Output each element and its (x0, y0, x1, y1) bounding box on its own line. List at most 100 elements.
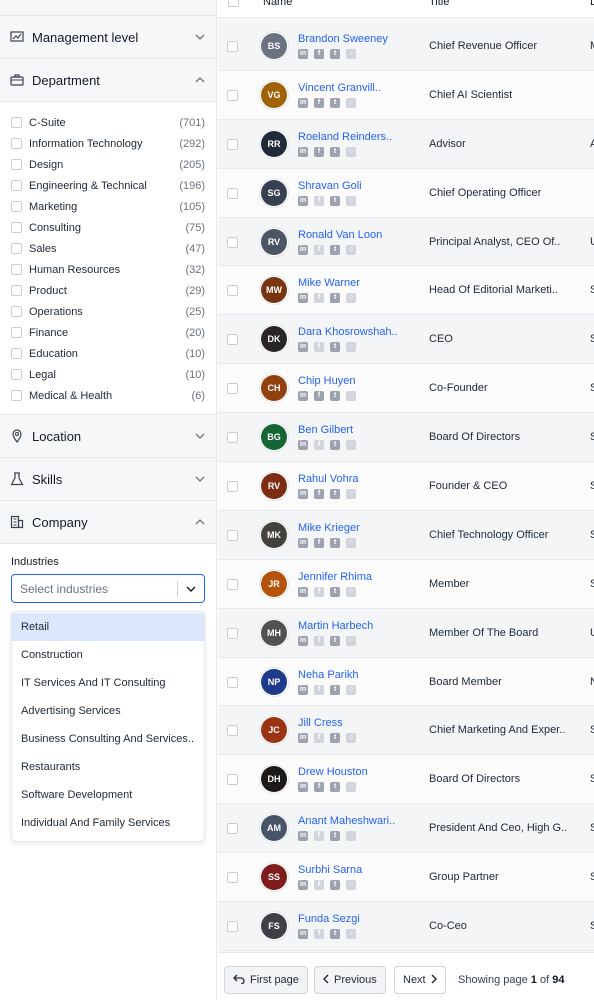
row-checkbox[interactable] (227, 236, 238, 248)
avatar[interactable]: MK (259, 519, 289, 550)
instagram-icon[interactable]: ○ (346, 635, 356, 646)
linkedin-icon[interactable]: in (298, 489, 308, 500)
checkbox[interactable] (11, 264, 22, 275)
facebook-icon[interactable]: f (314, 489, 324, 500)
facebook-icon[interactable]: f (314, 733, 324, 744)
industry-option[interactable]: Business Consulting And Services.. (12, 725, 204, 753)
table-row[interactable]: JC Jill Cress in f t ○ Chief Marketing And Exp… (218, 706, 594, 756)
row-checkbox[interactable] (227, 676, 238, 688)
instagram-icon[interactable]: ○ (346, 684, 356, 695)
instagram-icon[interactable]: ○ (346, 342, 356, 353)
twitter-icon[interactable]: t (330, 880, 340, 891)
facebook-icon[interactable]: f (314, 342, 324, 353)
column-header-name[interactable]: Name (263, 0, 292, 8)
industry-option[interactable]: Retail (12, 613, 204, 641)
table-row[interactable]: DK Dara Khosrowshah.. in f t ○ CEO S (218, 315, 594, 365)
facebook-icon[interactable]: f (314, 293, 324, 304)
instagram-icon[interactable]: ○ (346, 537, 356, 548)
linkedin-icon[interactable]: in (298, 831, 308, 842)
department-option[interactable]: Engineering & Technical (196) (11, 175, 205, 196)
column-header-location[interactable]: L (590, 0, 594, 8)
twitter-icon[interactable]: t (330, 733, 340, 744)
avatar[interactable]: RV (259, 471, 289, 502)
linkedin-icon[interactable]: in (298, 929, 308, 940)
section-company[interactable]: Company (0, 501, 216, 544)
linkedin-icon[interactable]: in (298, 635, 308, 646)
twitter-icon[interactable]: t (330, 831, 340, 842)
person-name-link[interactable]: Chip Huyen (298, 375, 355, 387)
department-option[interactable]: Design (205) (11, 154, 205, 175)
facebook-icon[interactable]: f (314, 929, 324, 940)
column-header-title[interactable]: Title (429, 0, 449, 8)
instagram-icon[interactable]: ○ (346, 195, 356, 206)
industry-option[interactable]: Construction (12, 641, 204, 669)
person-name-link[interactable]: Jill Cress (298, 717, 343, 729)
section-location[interactable]: Location (0, 415, 216, 458)
row-checkbox[interactable] (227, 432, 238, 444)
table-row[interactable]: CH Chip Huyen in f t ○ Co-Founder S (218, 364, 594, 414)
table-row[interactable]: VG Vincent Granvill.. in f t ○ Chief AI Scient… (218, 70, 594, 120)
industry-option[interactable]: Software Development (12, 781, 204, 809)
table-row[interactable]: MW Mike Warner in f t ○ Head Of Editorial Mark… (218, 266, 594, 316)
section-department[interactable]: Department (0, 59, 216, 102)
row-checkbox[interactable] (227, 872, 238, 884)
facebook-icon[interactable]: f (314, 244, 324, 255)
department-option[interactable]: Sales (47) (11, 238, 205, 259)
facebook-icon[interactable]: f (314, 49, 324, 59)
person-name-link[interactable]: Jennifer Rhima (298, 571, 372, 583)
checkbox[interactable] (11, 306, 22, 317)
checkbox[interactable] (11, 117, 22, 128)
linkedin-icon[interactable]: in (298, 195, 308, 206)
row-checkbox[interactable] (227, 334, 238, 346)
table-row[interactable]: MH Martin Harbech in f t ○ Member Of The Board… (218, 608, 594, 658)
person-name-link[interactable]: Mike Warner (298, 277, 360, 289)
facebook-icon[interactable]: f (314, 684, 324, 695)
department-option[interactable]: Information Technology (292) (11, 133, 205, 154)
person-name-link[interactable]: Martin Harbech (298, 620, 373, 632)
facebook-icon[interactable]: f (314, 146, 324, 157)
avatar[interactable]: NP (259, 666, 289, 697)
avatar[interactable]: BS (259, 31, 289, 61)
table-row[interactable]: RR Roeland Reinders.. in f t ○ Advisor A (218, 119, 594, 169)
previous-button[interactable]: Previous (314, 966, 386, 994)
department-option[interactable]: Consulting (75) (11, 217, 205, 238)
linkedin-icon[interactable]: in (298, 440, 308, 451)
department-option[interactable]: C-Suite (701) (11, 112, 205, 133)
person-name-link[interactable]: Rahul Vohra (298, 473, 359, 485)
twitter-icon[interactable]: t (330, 97, 340, 108)
person-name-link[interactable]: Shravan Goli (298, 180, 362, 192)
chevron-down-icon[interactable] (178, 586, 204, 592)
person-name-link[interactable]: Ronald Van Loon (298, 229, 382, 241)
avatar[interactable]: MW (259, 275, 289, 306)
department-option[interactable]: Medical & Health (6) (11, 385, 205, 406)
row-checkbox[interactable] (227, 481, 238, 493)
industry-option[interactable]: Advertising Services (12, 697, 204, 725)
avatar[interactable]: SS (259, 862, 289, 893)
row-checkbox[interactable] (227, 187, 238, 199)
linkedin-icon[interactable]: in (298, 684, 308, 695)
twitter-icon[interactable]: t (330, 782, 340, 793)
facebook-icon[interactable]: f (314, 537, 324, 548)
person-name-link[interactable]: Roeland Reinders.. (298, 131, 392, 143)
row-checkbox[interactable] (227, 383, 238, 395)
table-row[interactable]: RV Ronald Van Loon in f t ○ Principal Analyst,… (218, 217, 594, 267)
avatar[interactable]: VG (259, 79, 289, 110)
next-button[interactable]: Next (394, 966, 446, 994)
avatar[interactable]: JC (259, 715, 289, 746)
checkbox[interactable] (11, 180, 22, 191)
facebook-icon[interactable]: f (314, 195, 324, 206)
instagram-icon[interactable]: ○ (346, 733, 356, 744)
twitter-icon[interactable]: t (330, 586, 340, 597)
row-checkbox[interactable] (227, 41, 238, 52)
instagram-icon[interactable]: ○ (346, 586, 356, 597)
avatar[interactable]: DH (259, 764, 289, 795)
row-checkbox[interactable] (227, 285, 238, 297)
facebook-icon[interactable]: f (314, 880, 324, 891)
twitter-icon[interactable]: t (330, 391, 340, 402)
linkedin-icon[interactable]: in (298, 537, 308, 548)
checkbox[interactable] (11, 222, 22, 233)
checkbox[interactable] (11, 138, 22, 149)
table-row[interactable]: AM Anant Maheshwari.. in f t ○ President And C… (218, 804, 594, 854)
department-option[interactable]: Legal (10) (11, 364, 205, 385)
row-checkbox[interactable] (227, 578, 238, 590)
